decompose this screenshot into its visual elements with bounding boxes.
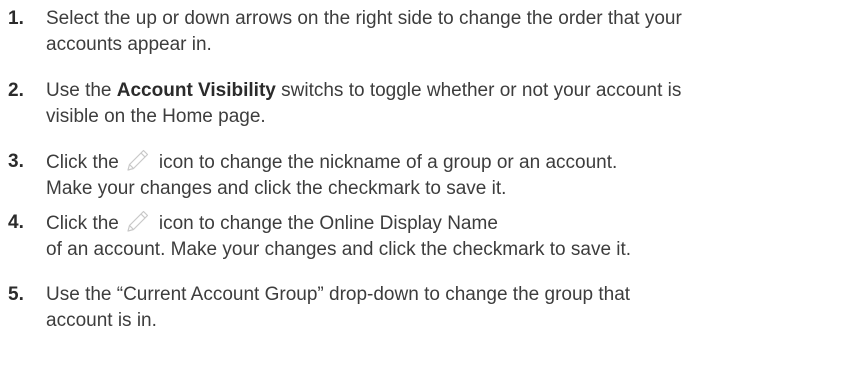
step-line: Click the icon to change the Online Displ… <box>46 210 861 237</box>
instruction-list: 1. Select the up or down arrows on the r… <box>0 0 866 365</box>
step-number: 1. <box>8 8 24 29</box>
step-line: accounts appear in. <box>46 34 212 55</box>
step-number: 2. <box>8 80 24 101</box>
step-text-segment: icon to change the nickname of a group o… <box>158 152 618 173</box>
step-number: 5. <box>8 284 24 305</box>
step-line: Click the icon to change the nickname of … <box>46 149 861 176</box>
step-line: visible on the Home page. <box>46 106 266 127</box>
step-number: 3. <box>8 151 24 172</box>
step-line: Use the Account Visibility switchs to to… <box>46 78 861 104</box>
step-text: Use the “Current Account Group” drop-dow… <box>46 282 861 334</box>
step-text-segment: switchs to toggle whether or not your ac… <box>275 80 682 101</box>
account-visibility-label: Account Visibility <box>116 80 276 101</box>
step-text: Select the up or down arrows on the righ… <box>46 6 861 58</box>
step-text: Click the icon to change the Online Displ… <box>46 210 861 263</box>
pencil-icon <box>125 210 151 234</box>
step-line: Make your changes and click the checkmar… <box>46 178 507 199</box>
step-text-segment: Click the <box>46 152 119 173</box>
step-text: Click the icon to change the nickname of … <box>46 149 861 202</box>
step-text-segment: Use the <box>46 80 117 101</box>
step-line: of an account. Make your changes and cli… <box>46 239 632 260</box>
step-line: Select the up or down arrows on the righ… <box>46 8 682 29</box>
step-text: Use the Account Visibility switchs to to… <box>46 78 861 130</box>
step-line: account is in. <box>46 310 157 331</box>
step-number: 4. <box>8 212 24 233</box>
step-line: Use the “Current Account Group” drop-dow… <box>46 284 631 305</box>
pencil-icon <box>125 149 151 173</box>
step-text-segment: Click the <box>46 213 119 234</box>
step-text-segment: icon to change the Online Display Name <box>158 213 498 234</box>
